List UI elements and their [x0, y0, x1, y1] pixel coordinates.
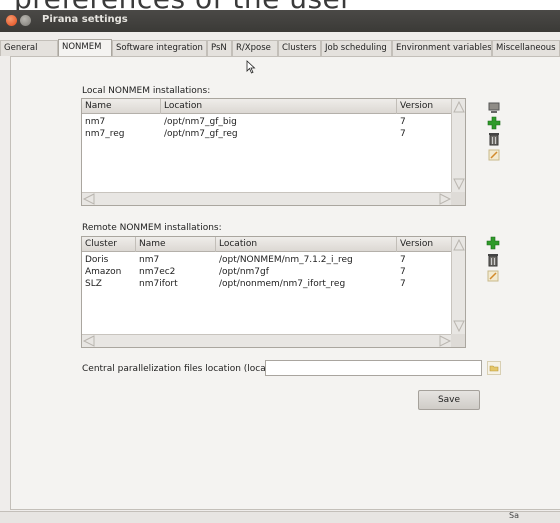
tab-nonmem[interactable]: NONMEM — [58, 39, 112, 57]
horizontal-scrollbar[interactable] — [82, 334, 452, 347]
column-header-version[interactable]: Version — [397, 237, 452, 252]
column-header-location[interactable]: Location — [161, 99, 397, 114]
table-row[interactable]: nm7 /opt/nm7_gf_big 7 — [82, 117, 452, 128]
cell-name: nm7_reg — [85, 129, 125, 139]
cell-cluster: SLZ — [85, 279, 102, 289]
title-bar: Pirana settings — [0, 10, 560, 32]
cell-location: /opt/nonmem/nm7_ifort_reg — [219, 279, 346, 289]
cell-location: /opt/nm7gf — [219, 267, 269, 277]
cell-version: 7 — [400, 117, 406, 127]
add-icon[interactable] — [487, 116, 501, 130]
edit-icon[interactable] — [487, 148, 501, 162]
cell-cluster: Amazon — [85, 267, 122, 277]
central-location-input[interactable] — [265, 360, 482, 376]
vertical-scrollbar[interactable] — [451, 99, 465, 192]
cell-location: /opt/NONMEM/nm_7.1.2_i_reg — [219, 255, 353, 265]
table-row[interactable]: Amazon nm7ec2 /opt/nm7gf 7 — [82, 267, 452, 278]
central-location-label: Central parallelization files location (… — [82, 364, 275, 374]
cell-name: nm7ifort — [139, 279, 178, 289]
vertical-scrollbar[interactable] — [451, 237, 465, 334]
cell-name: nm7 — [139, 255, 160, 265]
trash-icon[interactable] — [486, 253, 500, 267]
computer-icon[interactable] — [487, 100, 501, 114]
table-row[interactable]: SLZ nm7ifort /opt/nonmem/nm7_ifort_reg 7 — [82, 279, 452, 290]
bottom-bar — [0, 511, 560, 523]
tab-r-xpose[interactable]: R/Xpose — [232, 40, 278, 56]
scrollbar-arrows-icon — [453, 238, 465, 333]
table-header: Cluster Name Location Version — [82, 237, 452, 252]
column-header-version[interactable]: Version — [397, 99, 452, 114]
tab-environment-variables[interactable]: Environment variables — [392, 40, 492, 56]
table-header: Name Location Version — [82, 99, 452, 114]
bottom-button-label[interactable]: Sa — [509, 511, 519, 520]
tab-miscellaneous[interactable]: Miscellaneous — [492, 40, 560, 56]
minimize-window-button[interactable] — [20, 15, 31, 26]
cell-name: nm7ec2 — [139, 267, 176, 277]
cell-location: /opt/nm7_gf_big — [164, 117, 237, 127]
column-header-cluster[interactable]: Cluster — [82, 237, 136, 252]
cell-version: 7 — [400, 267, 406, 277]
cell-version: 7 — [400, 255, 406, 265]
cell-location: /opt/nm7_gf_reg — [164, 129, 238, 139]
tab-job-scheduling[interactable]: Job scheduling — [321, 40, 392, 56]
local-installations-heading: Local NONMEM installations: — [82, 86, 211, 96]
cell-version: 7 — [400, 279, 406, 289]
scroll-corner — [451, 334, 465, 347]
cell-cluster: Doris — [85, 255, 109, 265]
tab-psn[interactable]: PsN — [207, 40, 232, 56]
close-window-button[interactable] — [6, 15, 17, 26]
edit-icon[interactable] — [486, 269, 500, 283]
tab-clusters[interactable]: Clusters — [278, 40, 321, 56]
cell-name: nm7 — [85, 117, 106, 127]
trash-icon[interactable] — [487, 132, 501, 146]
save-button[interactable]: Save — [418, 390, 480, 410]
remote-installations-heading: Remote NONMEM installations: — [82, 223, 222, 233]
column-header-location[interactable]: Location — [216, 237, 397, 252]
scroll-corner — [451, 192, 465, 205]
local-installations-table[interactable]: Name Location Version nm7 /opt/nm7_gf_bi… — [81, 98, 466, 206]
scrollbar-arrows-icon — [82, 193, 452, 205]
table-row[interactable]: nm7_reg /opt/nm7_gf_reg 7 — [82, 129, 452, 140]
tab-general[interactable]: General — [0, 40, 58, 56]
horizontal-scrollbar[interactable] — [82, 192, 452, 205]
scrollbar-arrows-icon — [82, 335, 452, 347]
folder-icon[interactable] — [487, 361, 501, 375]
table-row[interactable]: Doris nm7 /opt/NONMEM/nm_7.1.2_i_reg 7 — [82, 255, 452, 266]
tab-bar: General NONMEM Software integration PsN … — [0, 39, 560, 57]
column-header-name[interactable]: Name — [136, 237, 216, 252]
remote-installations-table[interactable]: Cluster Name Location Version Doris nm7 … — [81, 236, 466, 348]
scrollbar-arrows-icon — [453, 100, 465, 191]
tab-software-integration[interactable]: Software integration — [112, 40, 207, 56]
window-title: Pirana settings — [42, 14, 128, 25]
column-header-name[interactable]: Name — [82, 99, 161, 114]
add-icon[interactable] — [486, 236, 500, 250]
cell-version: 7 — [400, 129, 406, 139]
mouse-pointer-icon — [246, 60, 256, 74]
